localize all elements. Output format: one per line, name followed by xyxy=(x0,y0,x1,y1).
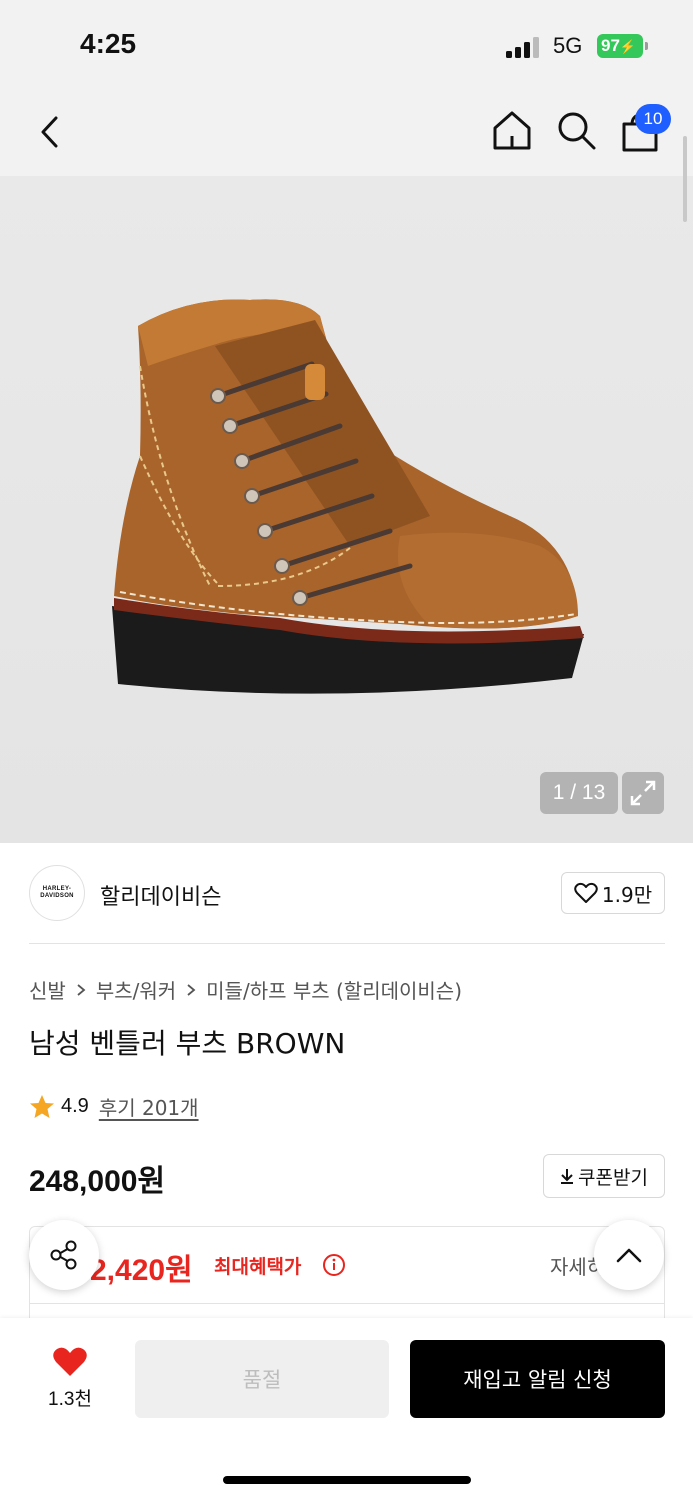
rating-value: 4.9 xyxy=(61,1095,89,1117)
star-icon xyxy=(30,1094,54,1118)
scroll-indicator[interactable] xyxy=(683,136,687,222)
divider xyxy=(29,943,665,944)
home-indicator xyxy=(223,1476,471,1484)
wishlist-button[interactable]: 1.3천 xyxy=(30,1346,110,1416)
divider xyxy=(30,1303,664,1304)
battery-level: 97 xyxy=(601,36,620,55)
brand-row[interactable]: HARLEY- DAVIDSON 할리데이비슨 1.9만 xyxy=(0,843,693,944)
benefit-label: 최대혜택가 xyxy=(214,1256,302,1278)
expand-icon[interactable] xyxy=(622,772,664,814)
heart-outline-icon xyxy=(574,882,598,903)
signal-icon xyxy=(506,37,539,58)
heart-filled-icon xyxy=(53,1347,87,1376)
search-icon[interactable] xyxy=(554,108,598,152)
info-icon[interactable] xyxy=(322,1253,346,1277)
product-title: 남성 벤틀러 부츠 BROWN xyxy=(29,1027,346,1060)
download-icon xyxy=(561,1169,574,1184)
share-button[interactable] xyxy=(29,1220,99,1290)
nav-bar xyxy=(0,90,693,176)
breadcrumb: 신발 부츠/워커 미들/하프 부츠 (할리데이비슨) xyxy=(29,975,462,1004)
breadcrumb-item[interactable]: 미들/하프 부츠 (할리데이비슨) xyxy=(206,975,462,1004)
brand-logo-line2: DAVIDSON xyxy=(40,893,74,899)
restock-alert-button[interactable]: 재입고 알림 신청 xyxy=(410,1340,665,1418)
home-icon[interactable] xyxy=(490,108,534,152)
scroll-top-button[interactable] xyxy=(594,1220,664,1290)
product-image-gallery[interactable]: 1 / 13 xyxy=(0,176,693,843)
product-boot-image xyxy=(112,299,584,694)
brand-name[interactable]: 할리데이비슨 xyxy=(100,879,221,911)
battery-icon: 97⚡ xyxy=(597,34,643,58)
status-time: 4:25 xyxy=(80,28,137,59)
status-bar: 4:25 5G 97⚡ xyxy=(0,0,693,90)
brand-like-count: 1.9만 xyxy=(601,882,653,907)
breadcrumb-item[interactable]: 신발 xyxy=(29,975,66,1004)
back-chevron-icon[interactable] xyxy=(30,110,70,154)
chevron-right-icon xyxy=(187,983,196,996)
bottom-action-bar: 1.3천 품절 재입고 알림 신청 xyxy=(0,1318,693,1500)
brand-like-button[interactable]: 1.9만 xyxy=(561,872,665,914)
benefit-price: 2,420원 xyxy=(90,1254,193,1287)
soldout-button[interactable]: 품절 xyxy=(135,1340,389,1418)
coupon-label: 쿠폰받기 xyxy=(578,1166,648,1189)
cart-count-badge: 10 xyxy=(635,104,671,134)
share-icon xyxy=(50,1240,77,1270)
chevron-right-icon xyxy=(77,983,86,996)
review-link[interactable]: 후기 201개 xyxy=(99,1092,199,1121)
product-price: 248,000원 xyxy=(29,1165,166,1198)
coupon-button[interactable]: 쿠폰받기 xyxy=(543,1154,665,1198)
chevron-up-icon xyxy=(616,1248,642,1263)
brand-logo-line1: HARLEY- xyxy=(42,886,72,892)
rating-row: 4.9 후기 201개 xyxy=(29,1092,199,1121)
brand-logo[interactable]: HARLEY- DAVIDSON xyxy=(29,865,85,921)
image-page-counter: 1 / 13 xyxy=(540,772,618,814)
network-label: 5G xyxy=(553,33,583,58)
battery-nub xyxy=(645,42,648,50)
breadcrumb-item[interactable]: 부츠/워커 xyxy=(96,975,176,1004)
wishlist-count: 1.3천 xyxy=(48,1389,92,1410)
